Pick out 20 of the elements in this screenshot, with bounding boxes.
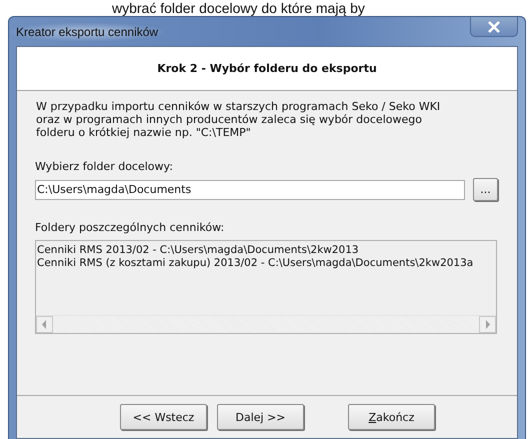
description-text: oraz w programach innych producentów zaleca się wybór docelowego xyxy=(35,113,423,126)
next-button[interactable]: Dalej >> xyxy=(217,404,304,430)
browse-button[interactable]: ... xyxy=(473,178,498,201)
background-text: wybrać folder docelowy do które mają by xyxy=(111,0,366,16)
list-item[interactable]: Cenniki RMS (z kosztami zakupu) 2013/02 - C:\Users\magda\Documents\2kw2013a xyxy=(37,257,495,270)
description-text: W przypadku importu cenników w starszych programach Seko / Seko WKI xyxy=(35,100,442,113)
list-label: Foldery poszczególnych cenników: xyxy=(35,221,226,234)
back-button[interactable]: << Wstecz xyxy=(120,404,207,430)
finish-button[interactable]: Zakończ xyxy=(348,404,435,430)
field-label: Wybierz folder docelowy: xyxy=(35,160,174,173)
scroll-left-icon[interactable] xyxy=(36,316,53,333)
description-text: folderu o krótkiej nazwie np. "C:\TEMP" xyxy=(35,126,252,139)
close-button[interactable] xyxy=(470,17,518,37)
step-title: Krok 2 - Wybór folderu do eksportu xyxy=(157,62,377,75)
list-item[interactable]: Cenniki RMS 2013/02 - C:\Users\magda\Documents\2kw2013 xyxy=(37,244,495,257)
window-title: Kreator eksportu cenników xyxy=(10,22,164,40)
scroll-right-icon[interactable] xyxy=(479,316,496,333)
close-icon xyxy=(487,20,501,32)
horizontal-scrollbar[interactable] xyxy=(36,315,496,333)
folder-input-field[interactable]: C:\Users\magda\Documents xyxy=(35,180,465,200)
